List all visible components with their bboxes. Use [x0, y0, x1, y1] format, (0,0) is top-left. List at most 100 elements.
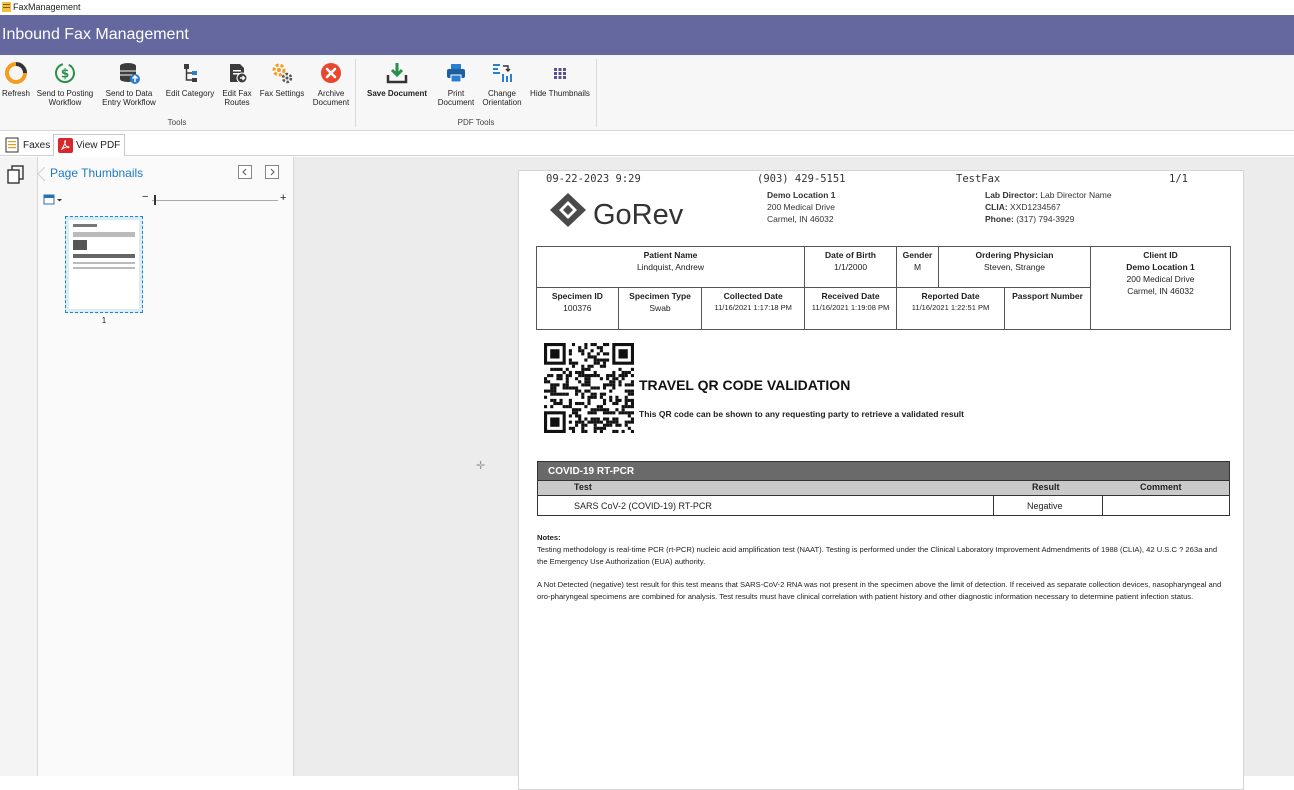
- client-address1: 200 Medical Drive: [1126, 274, 1195, 284]
- change-orientation-button[interactable]: Change Orientation: [478, 59, 526, 107]
- received-label: Received Date: [821, 291, 880, 301]
- gender-cell: Gender M: [896, 246, 939, 288]
- collapse-right-icon[interactable]: [265, 165, 279, 179]
- refresh-button[interactable]: Refresh: [0, 59, 32, 98]
- travel-qr-code: [544, 343, 634, 433]
- gender-value: M: [913, 262, 922, 272]
- zoom-out-icon[interactable]: −: [142, 191, 148, 203]
- ribbon-group-separator: [355, 59, 356, 127]
- fax-phone: (903) 429-5151: [757, 173, 846, 185]
- client-address2: Carmel, IN 46032: [1127, 286, 1194, 296]
- page-thumbnail[interactable]: [65, 216, 143, 313]
- pdf-page: 09-22-2023 9:29 (903) 429-5151 TestFax 1…: [518, 170, 1244, 790]
- tab-faxes[interactable]: Faxes: [0, 134, 54, 156]
- lab-director-value: Lab Director Name: [1040, 190, 1112, 200]
- clia-label: CLIA:: [985, 202, 1008, 212]
- physician-cell: Ordering Physician Steven, Strange: [938, 246, 1091, 288]
- dob-cell: Date of Birth 1/1/2000: [804, 246, 897, 288]
- reported-label: Reported Date: [921, 291, 980, 301]
- orientation-icon: [493, 64, 512, 82]
- thumb-line: [73, 254, 135, 258]
- thumb-line: [73, 224, 97, 227]
- dob-value: 1/1/2000: [833, 262, 868, 272]
- app-icon: [2, 2, 11, 12]
- save-document-button[interactable]: Save Document: [360, 59, 434, 98]
- fax-settings-button[interactable]: Fax Settings: [256, 59, 308, 98]
- document-list-icon: [5, 137, 19, 153]
- category-tree-icon: [184, 64, 197, 82]
- thumb-line: [73, 262, 135, 264]
- save-document-label: Save Document: [366, 89, 428, 98]
- specimen-id-label: Specimen ID: [551, 291, 603, 301]
- test-name: SARS CoV-2 (COVID-19) RT-PCR: [574, 501, 712, 511]
- clia-value: XXD1234567: [1010, 202, 1061, 212]
- qr-subtitle: This QR code can be shown to any request…: [639, 409, 964, 419]
- edit-category-label: Edit Category: [165, 89, 215, 98]
- edit-fax-routes-button[interactable]: Edit Fax Routes: [219, 59, 255, 107]
- send-to-posting-button[interactable]: $ Send to Posting Workflow: [34, 59, 96, 107]
- lab-phone-label: Phone:: [985, 214, 1014, 224]
- collapse-left-icon[interactable]: [238, 165, 252, 179]
- refresh-icon: [5, 62, 27, 84]
- edit-fax-routes-label: Edit Fax Routes: [222, 89, 252, 107]
- reported-value: 11/16/2021 1:22:51 PM: [911, 303, 990, 312]
- reported-cell: Reported Date 11/16/2021 1:22:51 PM: [896, 287, 1005, 330]
- received-cell: Received Date 11/16/2021 1:19:08 PM: [804, 287, 897, 330]
- database-icon: [120, 63, 140, 84]
- specimen-id-value: 100376: [563, 303, 592, 313]
- covid-results-table: COVID-19 RT-PCR Test Result Comment SARS…: [537, 461, 1230, 516]
- edit-category-button[interactable]: Edit Category: [162, 59, 218, 98]
- fax-settings-label: Fax Settings: [259, 89, 305, 98]
- fax-sender: TestFax: [956, 173, 1001, 185]
- pdf-icon: [58, 138, 73, 153]
- physician-value: Steven, Strange: [984, 262, 1045, 272]
- location-block: Demo Location 1 200 Medical Drive Carmel…: [767, 189, 835, 225]
- copy-pages-icon[interactable]: [7, 165, 25, 185]
- app-title: Inbound Fax Management: [2, 26, 189, 43]
- print-document-button[interactable]: Print Document: [436, 59, 476, 107]
- thumb-line: [73, 240, 87, 250]
- pdf-viewer[interactable]: ✛ 09-22-2023 9:29 (903) 429-5151 TestFax…: [294, 157, 1294, 790]
- hide-thumbnails-label: Hide Thumbnails: [530, 89, 590, 98]
- archive-document-button[interactable]: Archive Document: [310, 59, 352, 107]
- dollar-cycle-icon: $: [55, 63, 75, 83]
- specimen-type-value: Swab: [649, 303, 671, 313]
- gears-icon: [272, 63, 293, 84]
- notes-paragraph-2: A Not Detected (negative) test result fo…: [537, 580, 1222, 601]
- tools-group-label: Tools: [167, 118, 187, 127]
- gender-label: Gender: [902, 250, 933, 260]
- send-to-posting-label: Send to Posting Workflow: [36, 89, 94, 107]
- window-title: FaxManagement: [13, 2, 81, 12]
- thumbnail-zoom-slider[interactable]: − +: [142, 191, 288, 206]
- dob-label: Date of Birth: [825, 250, 876, 260]
- hide-thumbnails-button[interactable]: Hide Thumbnails: [528, 59, 592, 98]
- client-id-cell: Client ID Demo Location 1 200 Medical Dr…: [1090, 246, 1231, 330]
- patient-name-label: Patient Name: [643, 250, 698, 260]
- location-address1: 200 Medical Drive: [767, 202, 836, 212]
- passport-cell: Passport Number: [1004, 287, 1091, 330]
- col-test: Test: [574, 482, 592, 492]
- physician-label: Ordering Physician: [975, 250, 1054, 260]
- zoom-in-icon[interactable]: +: [280, 192, 286, 204]
- passport-label: Passport Number: [1012, 291, 1083, 301]
- zoom-thumb[interactable]: [154, 195, 156, 205]
- download-icon: [386, 63, 408, 84]
- tab-view-pdf[interactable]: View PDF: [53, 134, 126, 156]
- col-result: Result: [1032, 482, 1060, 492]
- row-divider: [1102, 496, 1103, 515]
- window-titlebar: FaxManagement: [0, 0, 1294, 15]
- thumbnail-page-number: 1: [101, 316, 107, 325]
- fax-datetime: 09-22-2023 9:29: [546, 173, 641, 185]
- thumbnail-page-preview: [69, 220, 139, 309]
- print-document-label: Print Document: [437, 89, 475, 107]
- specimen-type-cell: Specimen Type Swab: [617, 287, 703, 330]
- thumbnail-view-options-icon[interactable]: [43, 194, 63, 206]
- patient-info-table: Patient Name Lindquist, Andrew Date of B…: [536, 246, 1231, 330]
- send-to-data-entry-button[interactable]: Send to Data Entry Workflow: [98, 59, 160, 107]
- received-value: 11/16/2021 1:19:08 PM: [811, 303, 890, 312]
- gorev-logo-text: GoRev: [593, 199, 684, 231]
- fax-routes-icon: [230, 64, 248, 84]
- thumb-line: [73, 267, 135, 269]
- patient-name-cell: Patient Name Lindquist, Andrew: [536, 246, 805, 288]
- tab-view-pdf-label: View PDF: [76, 140, 121, 151]
